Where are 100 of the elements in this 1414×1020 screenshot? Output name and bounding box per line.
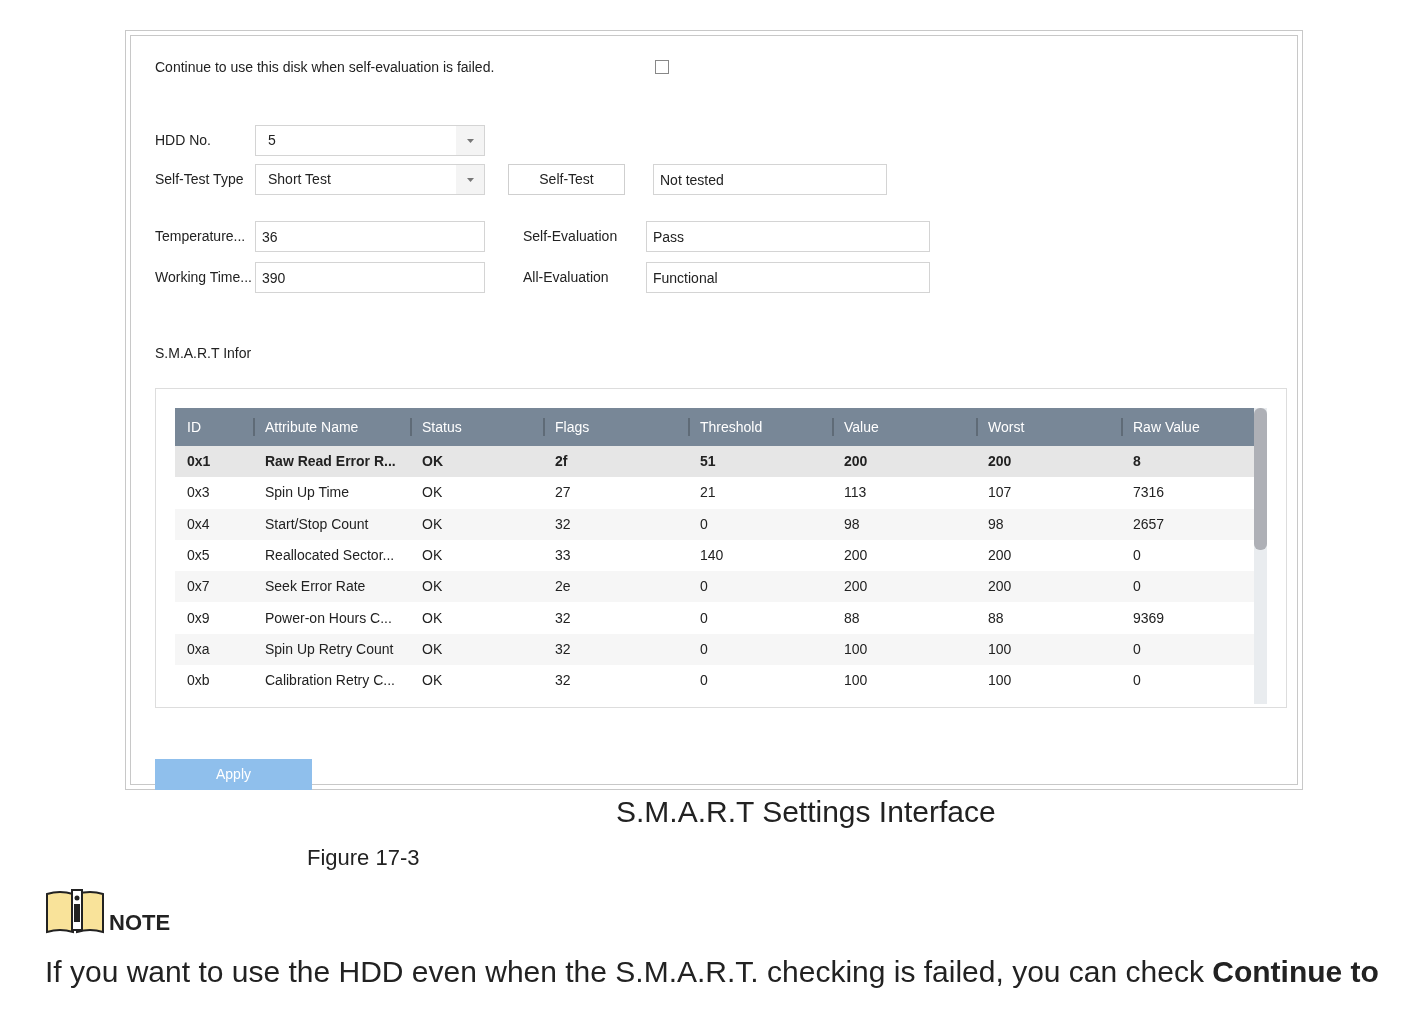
table-cell-text: 200 — [843, 577, 869, 597]
input-field[interactable]: 390 — [255, 262, 485, 293]
table-cell-text: 0 — [699, 577, 709, 597]
table-cell-text: 0x1 — [186, 452, 212, 472]
table-cell-text: Seek Error Rate — [264, 577, 367, 597]
table-cell-text: 200 — [987, 452, 1013, 472]
field-label: Temperature... — [155, 227, 247, 246]
table-cell-text: 0 — [699, 514, 709, 534]
table-cell-text: 0xa — [186, 639, 211, 659]
dropdown[interactable]: 5 — [255, 125, 485, 156]
table-cell-text: 32 — [554, 608, 572, 628]
table-cell-text: 0 — [1132, 546, 1142, 566]
figure-label: Figure 17-3 — [307, 845, 420, 870]
table-cell-text: 0 — [699, 608, 709, 628]
table-cell-text: Spin Up Retry Count — [264, 639, 395, 659]
result-field[interactable]: Not tested — [653, 164, 887, 195]
table-cell-text: 200 — [987, 546, 1013, 566]
table-cell-text: 107 — [987, 483, 1013, 503]
table-cell-text: 51 — [699, 452, 717, 472]
section-title: S.M.A.R.T Infor — [155, 344, 252, 363]
column-header: Status — [410, 408, 543, 446]
field-label: Self-Test Type — [155, 170, 245, 189]
table-row[interactable]: 0x7 Seek Error Rate OK 2e 0 200 200 0 — [175, 571, 1254, 603]
dropdown-caret-icon — [466, 138, 474, 143]
dropdown-caret-icon — [466, 177, 474, 182]
table-cell-text: 0 — [1132, 639, 1142, 659]
field-label: HDD No. — [155, 131, 212, 150]
table-cell-text: 32 — [554, 671, 572, 691]
field-label: All-Evaluation — [523, 268, 610, 287]
table-cell-text: OK — [421, 639, 444, 659]
table-cell-text: 0 — [699, 671, 709, 691]
table-cell-text: 2e — [554, 577, 572, 597]
table-cell-text: 88 — [843, 608, 861, 628]
column-header: Threshold — [688, 408, 832, 446]
table-row[interactable]: 0x4 Start/Stop Count OK 32 0 98 98 2657 — [175, 508, 1254, 540]
table-cell-text: OK — [421, 577, 444, 597]
table-cell-text: 200 — [843, 546, 869, 566]
table-row[interactable]: 0xa Spin Up Retry Count OK 32 0 100 100 0 — [175, 633, 1254, 666]
column-header: Flags — [543, 408, 688, 446]
figure-caption: S.M.A.R.T Settings Interface — [616, 797, 997, 827]
table-cell-text: 0xb — [186, 671, 211, 691]
table-cell-text: 88 — [987, 608, 1005, 628]
column-header: Value — [832, 408, 976, 446]
column-header: Worst — [976, 408, 1121, 446]
table-cell-text: 100 — [987, 639, 1013, 659]
table-cell-text: 2f — [554, 452, 569, 472]
table-cell-text: Calibration Retry C... — [264, 671, 396, 691]
table-cell-text: Start/Stop Count — [264, 514, 370, 534]
scrollbar[interactable] — [1254, 408, 1267, 704]
table-cell-text: OK — [421, 452, 444, 472]
note-text: If you want to use the HDD even when the S.M.A.R.T. checking is failed, you can check Continue to — [45, 954, 1380, 990]
checkbox[interactable] — [655, 60, 669, 74]
table-cell-text: 98 — [987, 514, 1005, 534]
table-cell-text: 0x3 — [186, 483, 211, 503]
table-cell-text: 32 — [554, 514, 572, 534]
table-cell-text: OK — [421, 546, 444, 566]
table-cell-text: 140 — [699, 546, 725, 566]
note-title: NOTE — [109, 912, 171, 934]
table-cell-text: 100 — [987, 671, 1013, 691]
table-cell-text: 0 — [1132, 671, 1142, 691]
table-cell-text: OK — [421, 483, 444, 503]
input-field[interactable]: Pass — [646, 221, 930, 252]
table-cell-text: 0x4 — [186, 514, 211, 534]
field-label: Working Time... — [155, 268, 253, 287]
input-field[interactable]: 36 — [255, 221, 485, 252]
table-cell-text: 9369 — [1132, 608, 1166, 628]
table-cell-text: 0 — [1132, 577, 1142, 597]
scrollbar-thumb[interactable] — [1254, 408, 1267, 550]
table-row[interactable]: 0x1 Raw Read Error R... OK 2f 51 200 200 8 — [175, 446, 1254, 478]
input-field[interactable]: Functional — [646, 262, 930, 293]
table-cell-text: 0x9 — [186, 608, 211, 628]
table-cell-text: 200 — [987, 577, 1013, 597]
table-cell-text: 100 — [843, 671, 869, 691]
self-test-button[interactable]: Self-Test — [508, 164, 625, 195]
dropdown[interactable]: Short Test — [255, 164, 485, 195]
field-label: Self-Evaluation — [523, 227, 619, 246]
column-header: Raw Value — [1121, 408, 1254, 446]
table-cell-text: 7316 — [1132, 483, 1166, 503]
table-cell-text: 33 — [554, 546, 572, 566]
column-header: Attribute Name — [253, 408, 410, 446]
table-cell-text: 27 — [554, 483, 572, 503]
table-cell-text: 21 — [699, 483, 717, 503]
table-cell-text: Raw Read Error R... — [264, 452, 397, 472]
table-cell-text: 0 — [699, 639, 709, 659]
table-cell-text: OK — [421, 671, 444, 691]
table-cell-text: 0x7 — [186, 577, 211, 597]
table-cell-text: 0x5 — [186, 546, 211, 566]
table-cell-text: 113 — [843, 483, 868, 503]
table-cell-text: 2657 — [1132, 514, 1166, 534]
table-cell-text: OK — [421, 514, 444, 534]
note-book-icon — [45, 888, 105, 934]
table-cell-text: 98 — [843, 514, 861, 534]
table-cell-text: 32 — [554, 639, 572, 659]
table-cell-text: Spin Up Time — [264, 483, 351, 503]
table-cell-text: 100 — [843, 639, 869, 659]
table-cell-text: Reallocated Sector... — [264, 546, 396, 566]
table-cell-text: 200 — [843, 452, 869, 472]
table-cell-text: Power-on Hours C... — [264, 608, 393, 628]
table-cell-text: 8 — [1132, 452, 1142, 472]
table-cell-text: OK — [421, 608, 444, 628]
